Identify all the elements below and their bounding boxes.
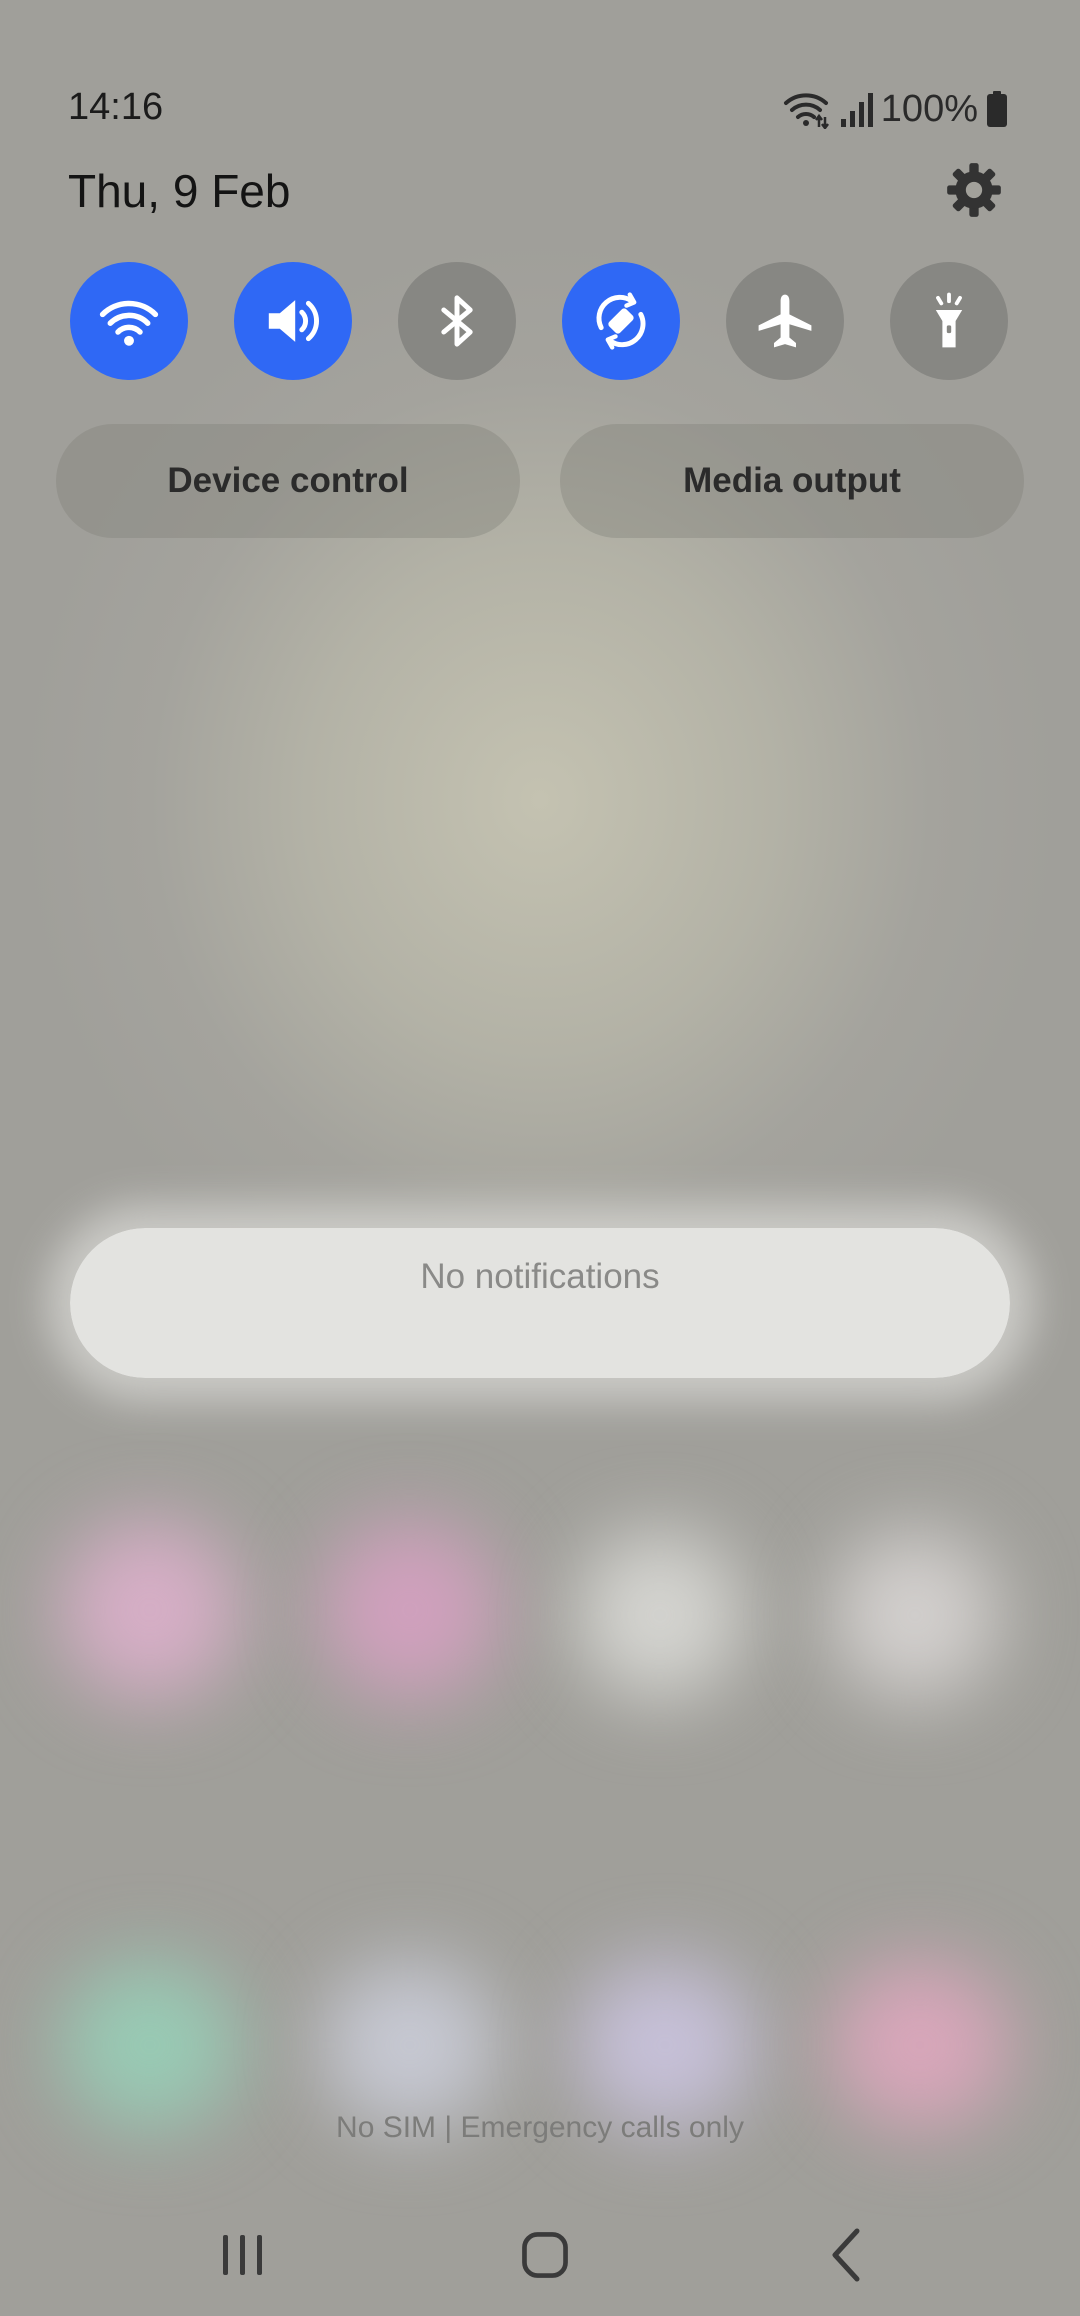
quick-tile-airplane-mode[interactable] — [726, 262, 844, 380]
airplane-icon — [758, 294, 812, 348]
wifi-data-icon — [783, 93, 829, 129]
blurred-app-icon — [830, 1960, 1010, 2130]
quick-tile-sound[interactable] — [234, 262, 352, 380]
bluetooth-icon — [441, 295, 473, 347]
battery-icon — [987, 91, 1007, 127]
recents-icon[interactable] — [198, 2220, 288, 2290]
signal-icon — [840, 93, 873, 127]
wifi-icon — [99, 300, 159, 346]
quick-tile-auto-rotate[interactable] — [562, 262, 680, 380]
carrier-status-text: No SIM | Emergency calls only — [336, 2111, 744, 2144]
battery-percentage: 100% — [880, 87, 978, 130]
status-icons: 100% — [783, 84, 1008, 134]
panel-date: Thu, 9 Feb — [68, 165, 291, 217]
notifications-card — [70, 1228, 1010, 1378]
navigation-bar — [0, 2200, 1080, 2316]
blurred-app-icon — [320, 1520, 500, 1700]
quick-tile-wifi[interactable] — [70, 262, 188, 380]
blurred-app-icon — [60, 1960, 240, 2130]
status-clock: 14:16 — [68, 86, 164, 128]
blurred-app-icon — [320, 1960, 500, 2130]
back-icon[interactable] — [802, 2220, 892, 2290]
device-control-button[interactable]: Device control — [56, 424, 520, 538]
blurred-app-icon — [575, 1530, 745, 1700]
media-output-button[interactable]: Media output — [560, 424, 1024, 538]
rotate-icon — [596, 292, 646, 350]
home-icon[interactable] — [500, 2220, 590, 2290]
volume-icon — [268, 300, 320, 342]
flashlight-icon — [935, 292, 963, 348]
quick-settings-row — [70, 262, 1008, 380]
blurred-app-icon — [830, 1530, 1000, 1700]
gear-icon[interactable] — [946, 162, 1002, 218]
quick-tile-bluetooth[interactable] — [398, 262, 516, 380]
quick-tile-flashlight[interactable] — [890, 262, 1008, 380]
status-bar: 14:16 100% — [0, 0, 1080, 180]
no-notifications-text: No notifications — [420, 1257, 660, 1296]
blurred-app-icon — [575, 1960, 755, 2130]
blurred-app-icon — [60, 1520, 240, 1700]
